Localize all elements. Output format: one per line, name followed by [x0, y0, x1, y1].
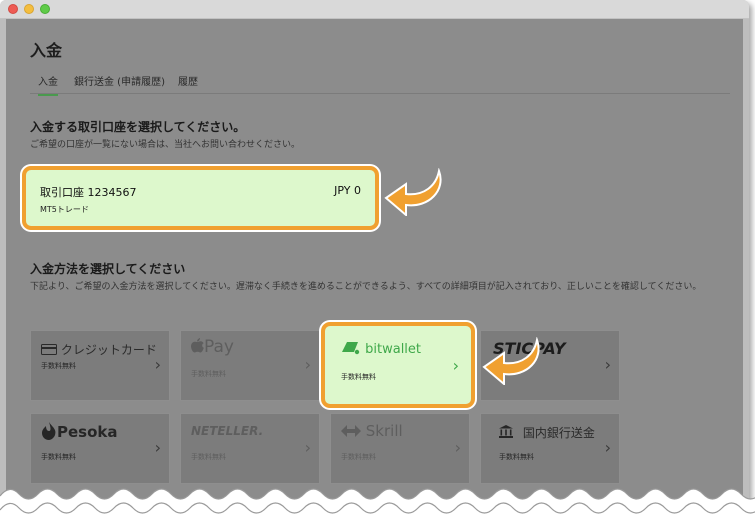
account-balance: JPY 0: [334, 184, 361, 197]
pointer-arrow-icon: [384, 168, 442, 216]
credit-card-label: クレジットカード: [60, 343, 157, 357]
account-section-heading: 入金する取引口座を選択してください。: [30, 120, 246, 134]
method-skrill[interactable]: Skrill 手数料無料 ›: [330, 413, 470, 484]
account-section-subtext: ご希望の口座が一覧にない場合は、当社へお問い合わせください。: [30, 140, 301, 150]
skrill-logo: Skrill: [341, 422, 403, 440]
apple-pay-label: Pay: [204, 337, 234, 357]
bitwallet-logo: bitwallet: [341, 340, 421, 357]
method-pesoka[interactable]: Pesoka 手数料無料 ›: [30, 413, 170, 484]
credit-card-fee: 手数料無料: [41, 362, 76, 370]
chevron-right-icon: ›: [304, 355, 311, 374]
torn-edge-divider: [0, 488, 755, 525]
method-apple-pay[interactable]: Pay 手数料無料 ›: [180, 330, 320, 401]
pesoka-fee: 手数料無料: [41, 453, 76, 461]
deposit-page: 入金 入金 銀行送金 (申請履歴) 履歴 入金する取引口座を選択してください。 …: [6, 19, 743, 519]
method-domestic-bank-transfer[interactable]: 国内銀行送金 手数料無料 ›: [480, 413, 620, 484]
method-section-subtext: 下記より、ご希望の入金方法を選択してください。遅滞なく手続きを進めることができる…: [30, 282, 702, 292]
chevron-right-icon: ›: [154, 438, 161, 457]
title-bar: [0, 0, 749, 19]
page-title: 入金: [30, 41, 63, 60]
bitwallet-label: bitwallet: [365, 342, 422, 357]
skrill-label: Skrill: [365, 422, 403, 440]
credit-card-icon: [41, 344, 57, 355]
skrill-arrows-icon: [341, 425, 361, 437]
chevron-right-icon: ›: [304, 438, 311, 457]
minimize-window-button[interactable]: [24, 4, 34, 14]
bitwallet-fee: 手数料無料: [341, 373, 376, 381]
browser-window: 入金 入金 銀行送金 (申請履歴) 履歴 入金する取引口座を選択してください。 …: [0, 0, 749, 519]
maximize-window-button[interactable]: [40, 4, 50, 14]
chevron-right-icon: ›: [604, 355, 611, 374]
apple-icon: [191, 338, 204, 353]
tab-history[interactable]: 履歴: [178, 73, 198, 88]
skrill-fee: 手数料無料: [341, 453, 376, 461]
bitwallet-icon: [342, 342, 360, 355]
apple-pay-fee: 手数料無料: [191, 370, 226, 378]
pointer-arrow-icon: [482, 337, 540, 385]
trading-account-card[interactable]: 取引口座 1234567 JPY 0 MT5トレード: [22, 166, 379, 230]
pesoka-logo: Pesoka: [41, 422, 118, 441]
credit-card-logo: クレジットカード: [41, 341, 157, 358]
chevron-right-icon: ›: [452, 356, 459, 375]
chevron-right-icon: ›: [154, 355, 161, 374]
account-name: 取引口座 1234567: [40, 186, 137, 199]
bank-icon: [499, 425, 513, 438]
apple-pay-logo: Pay: [191, 337, 234, 357]
tab-bank-transfer-history[interactable]: 銀行送金 (申請履歴): [74, 73, 165, 88]
method-credit-card[interactable]: クレジットカード 手数料無料 ›: [30, 330, 170, 401]
account-type: MT5トレード: [40, 205, 89, 214]
domestic-bank-label: 国内銀行送金: [522, 426, 595, 440]
pesoka-label: Pesoka: [57, 423, 118, 441]
method-bitwallet[interactable]: bitwallet 手数料無料 ›: [321, 322, 475, 408]
domestic-bank-logo: 国内銀行送金: [499, 424, 595, 441]
method-section-heading: 入金方法を選択してください: [30, 262, 186, 276]
method-neteller[interactable]: NETELLER. 手数料無料 ›: [180, 413, 320, 484]
domestic-bank-fee: 手数料無料: [499, 453, 534, 461]
flame-icon: [42, 422, 56, 440]
chevron-right-icon: ›: [604, 438, 611, 457]
close-window-button[interactable]: [8, 4, 18, 14]
chevron-right-icon: ›: [454, 438, 461, 457]
neteller-fee: 手数料無料: [191, 453, 226, 461]
neteller-logo: NETELLER.: [191, 424, 264, 438]
tabs-divider: [30, 93, 730, 94]
